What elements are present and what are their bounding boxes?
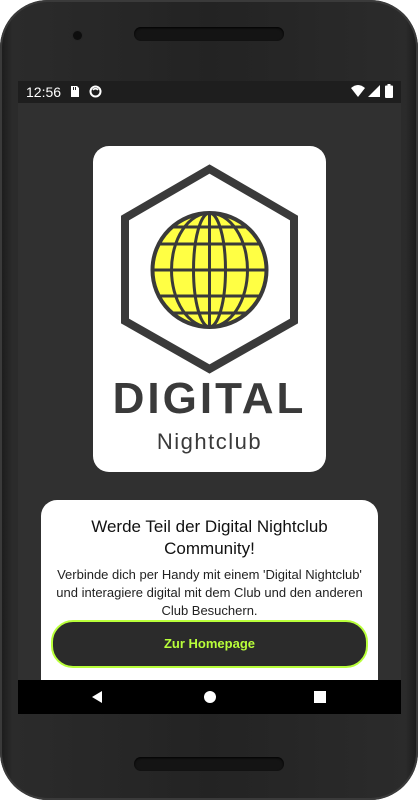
logo-title: DIGITAL xyxy=(112,374,307,423)
recents-icon xyxy=(314,691,326,703)
front-camera xyxy=(73,31,82,40)
status-time: 12:56 xyxy=(26,84,62,100)
back-icon xyxy=(92,691,102,703)
info-card: Werde Teil der Digital Nightclub Communi… xyxy=(41,500,378,700)
app-content: DIGITAL Nightclub Werde Teil der Digital… xyxy=(18,103,401,700)
top-speaker xyxy=(134,27,284,41)
navigation-bar xyxy=(18,680,401,714)
nav-recents-button[interactable] xyxy=(295,680,345,714)
battery-icon xyxy=(385,84,393,98)
homepage-button[interactable]: Zur Homepage xyxy=(51,620,368,668)
info-body: Verbinde dich per Handy mit einem 'Digit… xyxy=(56,567,363,618)
logo-subtitle: Nightclub xyxy=(156,429,263,454)
wifi-icon xyxy=(351,85,365,97)
status-bar: 12:56 xyxy=(18,81,401,103)
logo-card: DIGITAL Nightclub xyxy=(93,146,326,472)
sync-icon xyxy=(89,85,102,98)
cell-signal-icon xyxy=(368,85,380,97)
nav-back-button[interactable] xyxy=(73,680,123,714)
info-title: Werde Teil der Digital Nightclub Communi… xyxy=(91,517,328,558)
globe-logo-icon xyxy=(121,164,298,374)
phone-frame: 12:56 DIGITAL Nightclub Werde Teil der D… xyxy=(0,0,418,800)
nav-home-button[interactable] xyxy=(185,680,235,714)
screen: 12:56 DIGITAL Nightclub Werde Teil der D… xyxy=(18,81,401,714)
home-icon xyxy=(204,691,216,703)
sd-card-icon xyxy=(71,86,79,97)
bottom-speaker xyxy=(134,757,284,771)
